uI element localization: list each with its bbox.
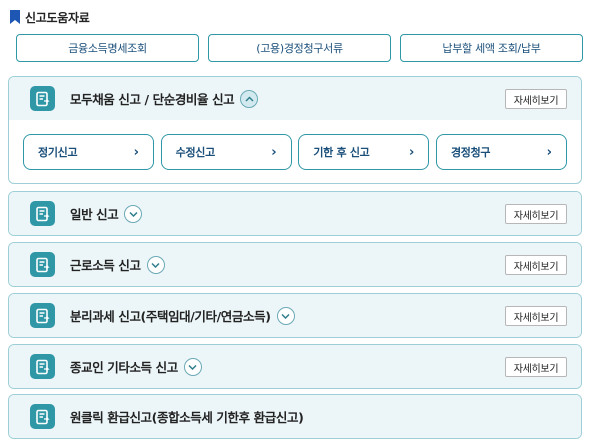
section-title: 종교인 기타소득 신고	[70, 360, 178, 375]
document-icon	[30, 354, 55, 379]
document-icon	[30, 201, 55, 226]
chevron-right-icon: ›	[271, 144, 277, 160]
late-filing-button[interactable]: 기한 후 신고 ›	[298, 134, 430, 170]
section-header[interactable]: 모두채움 신고 / 단순경비율 신고 자세히보기	[9, 77, 581, 120]
section-header[interactable]: 원클릭 환급신고(종합소득세 기한후 환급신고)	[9, 395, 581, 438]
chevron-up-icon[interactable]	[240, 89, 259, 108]
financial-income-inquiry-button[interactable]: 금융소득명세조회	[16, 34, 199, 62]
chevron-down-icon[interactable]	[183, 357, 202, 376]
section-header[interactable]: 근로소득 신고 자세히보기	[9, 243, 581, 286]
help-materials-header: 신고도움자료	[10, 8, 90, 26]
section-header[interactable]: 일반 신고 자세히보기	[9, 192, 581, 235]
chevron-right-icon: ›	[546, 144, 552, 160]
document-icon	[30, 404, 55, 429]
help-links: 금융소득명세조회 (고용)경정청구서류 납부할 세액 조회/납부	[16, 34, 583, 62]
tax-payment-inquiry-button[interactable]: 납부할 세액 조회/납부	[400, 34, 583, 62]
chevron-down-icon[interactable]	[146, 255, 165, 274]
section-title: 근로소득 신고	[70, 258, 141, 273]
filing-options: 정기신고 › 수정신고 › 기한 후 신고 › 경정청구 ›	[9, 120, 581, 170]
sub-item-label: 경정청구	[450, 146, 491, 159]
chevron-down-icon[interactable]	[124, 204, 143, 223]
document-icon	[30, 252, 55, 277]
section-title: 모두채움 신고 / 단순경비율 신고	[70, 92, 235, 107]
document-icon	[30, 86, 55, 111]
chevron-down-icon[interactable]	[276, 306, 295, 325]
regular-filing-button[interactable]: 정기신고 ›	[23, 134, 154, 170]
section-title: 원클릭 환급신고(종합소득세 기한후 환급신고)	[70, 410, 304, 425]
section-header[interactable]: 분리과세 신고(주택임대/기타/연금소득) 자세히보기	[9, 294, 581, 337]
bookmark-icon	[10, 10, 20, 24]
correction-claim-documents-button[interactable]: (고용)경정청구서류	[208, 34, 391, 62]
header-title: 신고도움자료	[25, 10, 90, 25]
correction-claim-button[interactable]: 경정청구 ›	[435, 134, 567, 170]
details-button[interactable]: 자세히보기	[505, 89, 567, 109]
chevron-right-icon: ›	[408, 144, 415, 160]
details-button[interactable]: 자세히보기	[505, 204, 567, 224]
sub-item-label: 정기신고	[38, 146, 78, 159]
section-title: 일반 신고	[70, 207, 119, 222]
details-button[interactable]: 자세히보기	[505, 306, 567, 326]
sub-item-label: 수정신고	[175, 146, 216, 159]
section-title: 분리과세 신고(주택임대/기타/연금소득)	[70, 309, 271, 324]
section-general-filing: 일반 신고 자세히보기	[8, 191, 582, 236]
section-header[interactable]: 종교인 기타소득 신고 자세히보기	[9, 345, 581, 388]
section-earned-income-filing: 근로소득 신고 자세히보기	[8, 242, 582, 287]
chevron-right-icon: ›	[133, 144, 139, 160]
document-icon	[30, 303, 55, 328]
section-simple-filing: 모두채움 신고 / 단순경비율 신고 자세히보기 정기신고 › 수정신고 › 기…	[8, 76, 582, 184]
details-button[interactable]: 자세히보기	[505, 357, 567, 377]
details-button[interactable]: 자세히보기	[505, 255, 567, 275]
section-one-click-refund: 원클릭 환급신고(종합소득세 기한후 환급신고)	[8, 394, 582, 439]
sub-item-label: 기한 후 신고	[313, 146, 370, 159]
section-separate-taxation-filing: 분리과세 신고(주택임대/기타/연금소득) 자세히보기	[8, 293, 582, 338]
amended-filing-button[interactable]: 수정신고 ›	[160, 134, 292, 170]
section-religious-income-filing: 종교인 기타소득 신고 자세히보기	[8, 344, 582, 389]
